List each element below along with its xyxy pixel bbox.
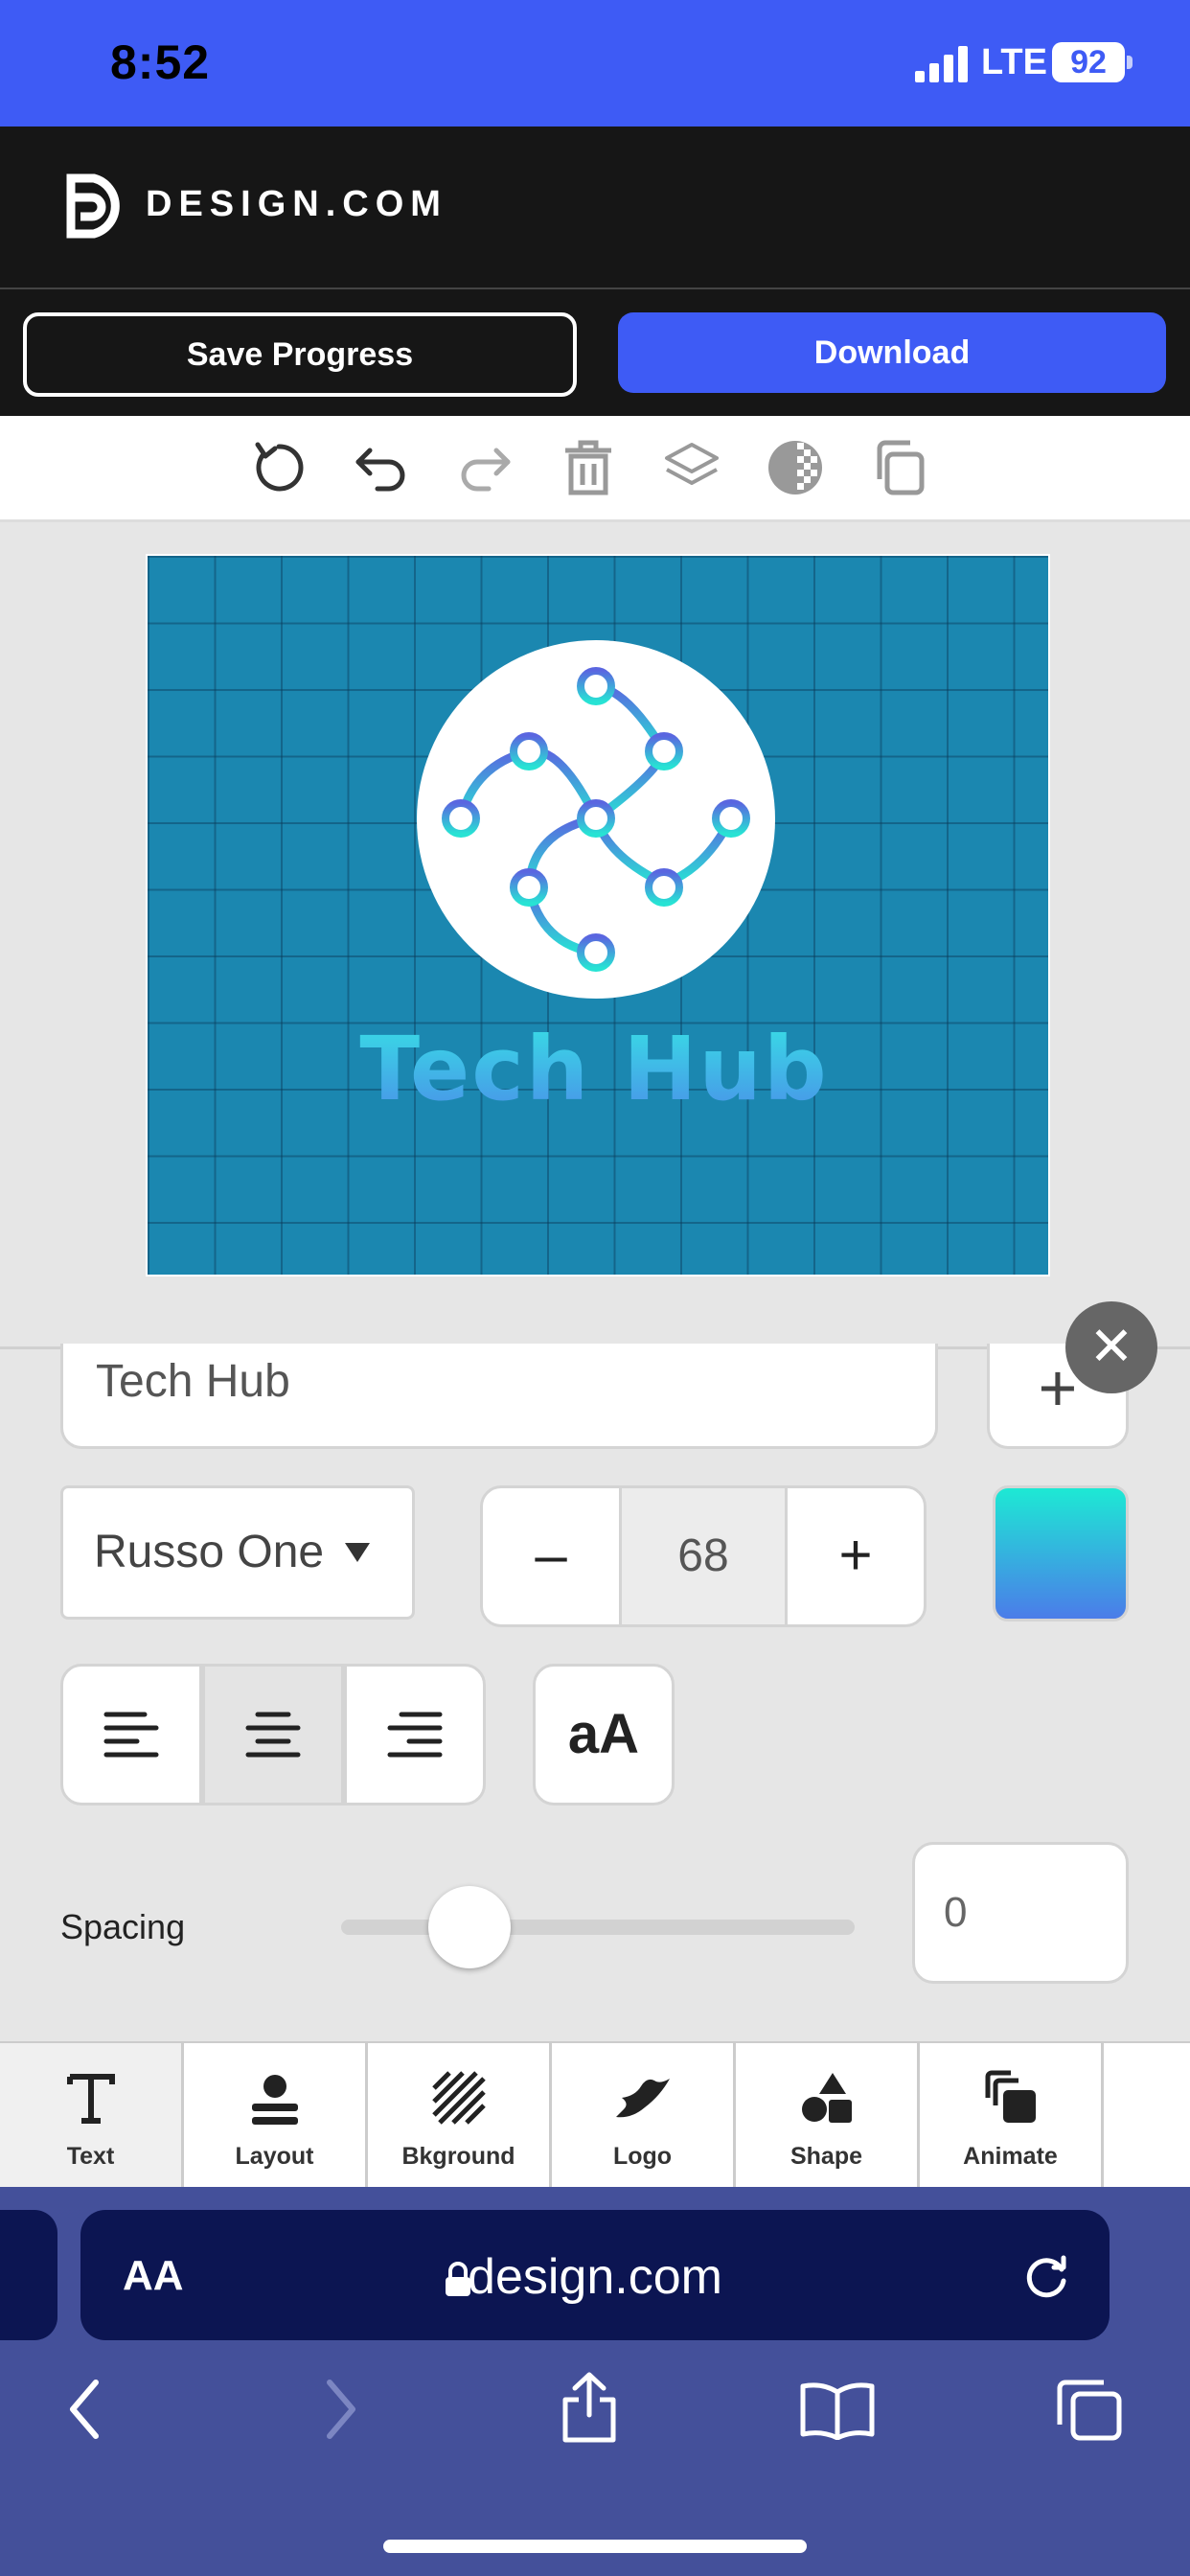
save-progress-button[interactable]: Save Progress bbox=[23, 312, 577, 397]
logo-icon bbox=[615, 2079, 670, 2118]
forward-icon[interactable] bbox=[316, 2377, 364, 2444]
battery-nub bbox=[1127, 56, 1133, 69]
tab-label: Text bbox=[66, 2143, 115, 2170]
align-center-icon bbox=[245, 1712, 301, 1758]
tab-label: Bkground bbox=[401, 2143, 515, 2170]
reload-icon[interactable] bbox=[1021, 2250, 1073, 2302]
close-panel-button[interactable]: ✕ bbox=[1065, 1301, 1157, 1393]
spacing-value-input[interactable]: 0 bbox=[912, 1842, 1129, 1984]
logo-title-text[interactable]: Tech Hub bbox=[307, 1018, 881, 1120]
reset-icon[interactable] bbox=[244, 433, 313, 502]
circuit-logo-icon[interactable] bbox=[417, 640, 775, 999]
background-icon bbox=[431, 2071, 486, 2125]
trash-icon[interactable] bbox=[554, 433, 623, 502]
tab-logo[interactable]: Logo bbox=[552, 2043, 736, 2187]
tab-label: Shape bbox=[790, 2143, 863, 2170]
font-size-increase-button[interactable]: + bbox=[785, 1485, 927, 1627]
tab-overflow[interactable] bbox=[1104, 2043, 1190, 2187]
tab-label: Animate bbox=[963, 2143, 1058, 2170]
download-button[interactable]: Download bbox=[618, 312, 1166, 393]
tab-label: Layout bbox=[235, 2143, 314, 2170]
align-right-button[interactable] bbox=[344, 1664, 486, 1806]
network-label: LTE bbox=[981, 42, 1047, 82]
layout-icon bbox=[251, 2075, 298, 2125]
brand-logo-icon[interactable] bbox=[65, 172, 126, 240]
back-icon[interactable] bbox=[61, 2377, 109, 2444]
spacing-slider-track[interactable] bbox=[341, 1920, 855, 1935]
tab-text[interactable]: Text bbox=[0, 2043, 184, 2187]
battery-icon: 92 bbox=[1052, 42, 1125, 82]
layers-icon[interactable] bbox=[657, 433, 726, 502]
tab-background[interactable]: Bkground bbox=[368, 2043, 552, 2187]
align-left-button[interactable] bbox=[60, 1664, 202, 1806]
duplicate-icon[interactable] bbox=[864, 433, 933, 502]
text-icon bbox=[66, 2074, 115, 2124]
text-case-toggle-button[interactable]: aA bbox=[533, 1664, 675, 1806]
brand-name[interactable]: DESIGN.COM bbox=[146, 184, 447, 225]
redo-icon[interactable] bbox=[450, 433, 519, 502]
signal-icon bbox=[915, 46, 968, 82]
align-right-icon bbox=[387, 1712, 443, 1758]
url-text[interactable]: design.com bbox=[0, 2248, 1190, 2306]
text-color-swatch[interactable] bbox=[993, 1485, 1129, 1622]
share-icon[interactable] bbox=[556, 2369, 623, 2446]
text-content-input[interactable]: Tech Hub bbox=[60, 1344, 938, 1449]
tab-shape[interactable]: Shape bbox=[736, 2043, 920, 2187]
shape-icon bbox=[801, 2073, 852, 2123]
align-left-icon bbox=[103, 1712, 159, 1758]
home-indicator bbox=[383, 2540, 807, 2553]
status-time: 8:52 bbox=[110, 35, 211, 89]
chevron-down-icon bbox=[345, 1543, 370, 1562]
animate-icon bbox=[985, 2070, 1036, 2123]
tab-label: Logo bbox=[612, 2143, 673, 2170]
transparency-icon[interactable] bbox=[761, 433, 830, 502]
tab-layout[interactable]: Layout bbox=[184, 2043, 368, 2187]
tabs-icon[interactable] bbox=[1054, 2377, 1125, 2444]
align-center-button[interactable] bbox=[202, 1664, 344, 1806]
font-size-value[interactable]: 68 bbox=[622, 1485, 785, 1627]
bookmarks-icon[interactable] bbox=[799, 2380, 876, 2440]
spacing-label: Spacing bbox=[60, 1907, 186, 1946]
tab-animate[interactable]: Animate bbox=[920, 2043, 1104, 2187]
font-size-decrease-button[interactable]: – bbox=[480, 1485, 622, 1627]
spacing-slider-thumb[interactable] bbox=[428, 1886, 511, 1968]
undo-icon[interactable] bbox=[347, 433, 416, 502]
